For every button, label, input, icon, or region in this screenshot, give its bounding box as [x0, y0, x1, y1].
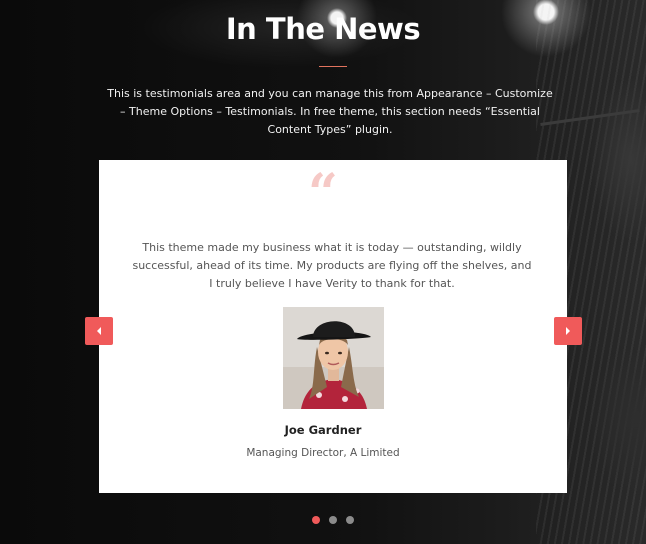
quote-icon: “ — [308, 163, 338, 224]
next-slide-button[interactable] — [554, 317, 582, 345]
section-title: In The News — [225, 12, 421, 46]
slider-dot-3[interactable] — [346, 516, 354, 524]
testimonial-text: This theme made my business what it is t… — [132, 241, 532, 290]
chevron-left-icon — [95, 326, 103, 336]
slider-dot-2[interactable] — [329, 516, 337, 524]
slider-pagination — [312, 516, 354, 524]
chevron-right-icon — [564, 326, 572, 336]
section-intro: This is testimonials area and you can ma… — [107, 87, 553, 136]
slider-dot-1[interactable] — [312, 516, 320, 524]
title-divider — [319, 66, 347, 67]
prev-slide-button[interactable] — [85, 317, 113, 345]
author-avatar — [283, 307, 384, 409]
author-name: Joe Gardner — [284, 423, 362, 437]
author-role: Managing Director, A Limited — [246, 447, 400, 459]
